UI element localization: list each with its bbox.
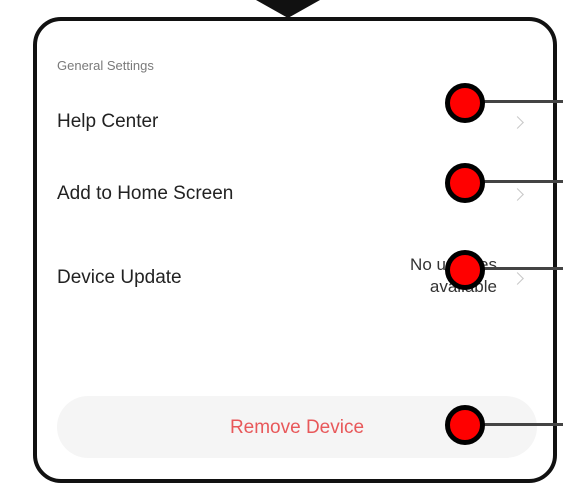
chevron-right-icon: [511, 188, 524, 201]
callout-line: [483, 180, 563, 183]
callout-marker: [445, 163, 485, 203]
add-to-home-screen-label: Add to Home Screen: [57, 183, 234, 204]
callout-line: [483, 423, 563, 426]
chevron-right-icon: [511, 272, 524, 285]
chevron-right-icon: [511, 116, 524, 129]
pointer-arrow: [256, 0, 320, 18]
help-center-label: Help Center: [57, 111, 159, 132]
callout-marker: [445, 405, 485, 445]
section-title: General Settings: [57, 58, 154, 73]
callout-marker: [445, 83, 485, 123]
callout-marker: [445, 250, 485, 290]
callout-line: [483, 100, 563, 103]
device-update-label: Device Update: [57, 267, 182, 288]
callout-line: [483, 267, 563, 270]
